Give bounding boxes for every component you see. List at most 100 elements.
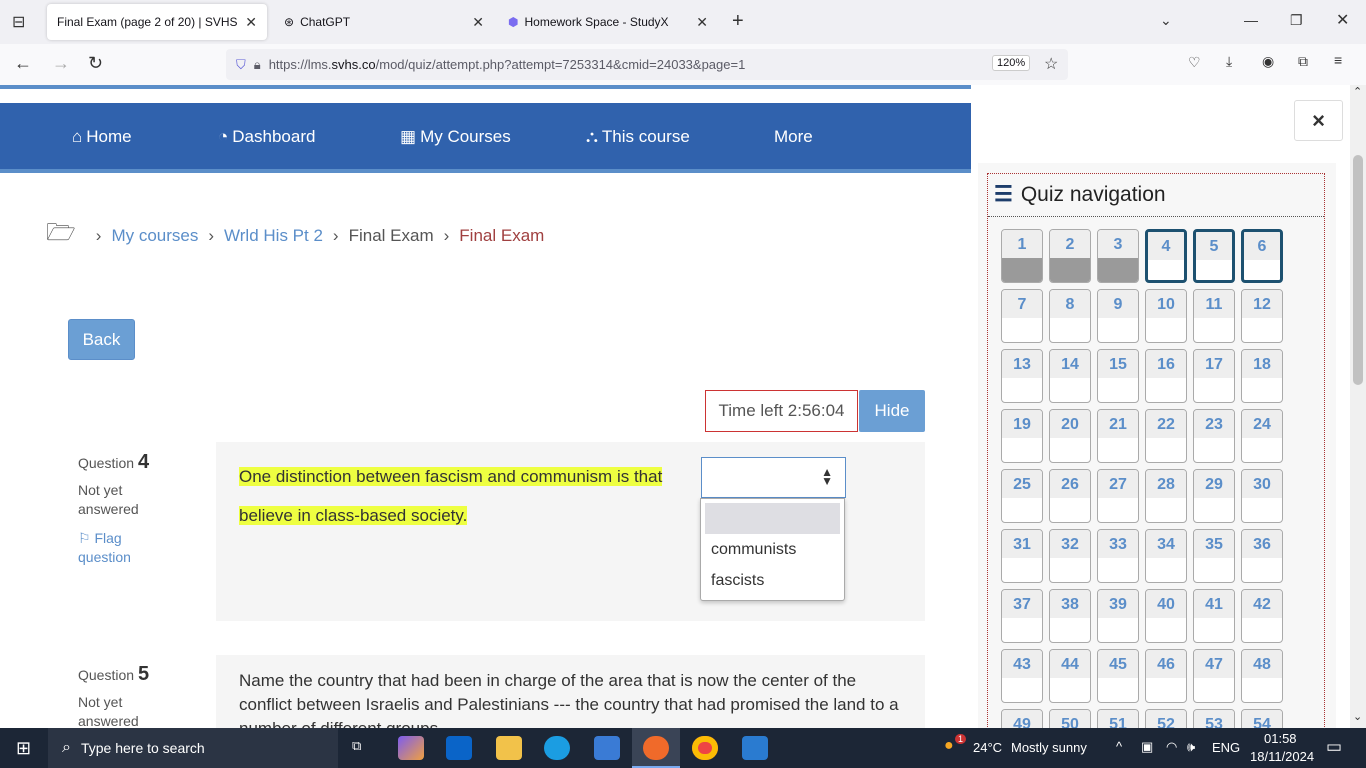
quiz-nav-button-52[interactable]: 52 (1145, 709, 1187, 728)
close-tab-icon[interactable]: ✕ (245, 14, 257, 31)
nav-my-courses[interactable]: ▦ My Courses (400, 127, 511, 147)
option-fascists[interactable]: fascists (711, 572, 764, 590)
quiz-nav-button-34[interactable]: 34 (1145, 529, 1187, 583)
chevron-down-icon[interactable]: ⌄ (1160, 12, 1172, 29)
firefox-taskbar-button[interactable] (632, 728, 680, 768)
page-scrollbar[interactable]: ⌃ ⌄ (1350, 85, 1366, 728)
photos-icon[interactable] (742, 736, 768, 760)
chrome-icon[interactable] (692, 736, 718, 760)
quiz-nav-button-50[interactable]: 50 (1049, 709, 1091, 728)
account-icon[interactable]: ◉ (1262, 53, 1274, 70)
hamburger-icon[interactable]: ☰ (994, 182, 1013, 207)
back-arrow-icon[interactable]: ← (14, 53, 32, 74)
pocket-icon[interactable]: ♡ (1188, 54, 1201, 71)
quiz-nav-button-44[interactable]: 44 (1049, 649, 1091, 703)
windows-start-icon[interactable]: ⊞ (16, 738, 31, 759)
chevron-up-icon[interactable]: ^ (1116, 739, 1122, 754)
close-tab-icon[interactable]: ✕ (696, 14, 708, 31)
quiz-nav-button-53[interactable]: 53 (1193, 709, 1235, 728)
quiz-nav-button-39[interactable]: 39 (1097, 589, 1139, 643)
extensions-icon[interactable]: ⧉ (1298, 53, 1308, 70)
breadcrumb-final-exam[interactable]: Final Exam (349, 226, 434, 246)
quiz-nav-button-12[interactable]: 12 (1241, 289, 1283, 343)
quiz-nav-button-27[interactable]: 27 (1097, 469, 1139, 523)
weather-temp[interactable]: 24°C (973, 740, 1002, 755)
quiz-nav-button-37[interactable]: 37 (1001, 589, 1043, 643)
tab-chatgpt[interactable]: ⊛ ChatGPT ✕ (274, 4, 494, 40)
quiz-nav-button-35[interactable]: 35 (1193, 529, 1235, 583)
quiz-nav-button-42[interactable]: 42 (1241, 589, 1283, 643)
back-button[interactable]: Back (68, 319, 135, 360)
quiz-nav-button-40[interactable]: 40 (1145, 589, 1187, 643)
quiz-nav-button-20[interactable]: 20 (1049, 409, 1091, 463)
nav-dashboard[interactable]: ◔ Dashboard (218, 127, 315, 147)
language-indicator[interactable]: ENG (1212, 740, 1240, 755)
copilot-icon[interactable] (398, 736, 424, 760)
volume-icon[interactable]: 🕪︎ (1187, 739, 1195, 755)
quiz-nav-button-28[interactable]: 28 (1145, 469, 1187, 523)
quiz-nav-button-32[interactable]: 32 (1049, 529, 1091, 583)
option-communists[interactable]: communists (711, 541, 796, 559)
shield-icon[interactable]: ⛉ (236, 57, 246, 73)
nav-this-course[interactable]: ⛬ This course (586, 127, 690, 147)
quiz-nav-button-17[interactable]: 17 (1193, 349, 1235, 403)
notifications-icon[interactable]: ▭ (1326, 737, 1342, 757)
forward-arrow-icon[interactable]: → (52, 53, 70, 74)
nav-home[interactable]: ⌂ Home (72, 127, 132, 147)
answer-select[interactable]: ▲ ▼ (701, 457, 846, 498)
quiz-nav-button-16[interactable]: 16 (1145, 349, 1187, 403)
restore-icon[interactable]: ❐ (1290, 12, 1303, 29)
taskbar-search[interactable]: ⌕ Type here to search (48, 728, 338, 768)
lock-icon[interactable]: 🔒︎ (254, 57, 261, 73)
quiz-nav-button-8[interactable]: 8 (1049, 289, 1091, 343)
file-explorer-icon[interactable] (496, 736, 522, 760)
quiz-nav-button-3[interactable]: 3 (1097, 229, 1139, 283)
edge-icon[interactable] (544, 736, 570, 760)
tab-list-icon[interactable]: ⊟ (12, 12, 25, 32)
weather-icon[interactable]: ● (944, 737, 954, 755)
download-icon[interactable]: ⤓ (1226, 53, 1232, 70)
breadcrumb-course[interactable]: Wrld His Pt 2 (224, 226, 323, 246)
quiz-nav-button-51[interactable]: 51 (1097, 709, 1139, 728)
quiz-nav-button-33[interactable]: 33 (1097, 529, 1139, 583)
tab-studyx[interactable]: ⬢ Homework Space - StudyX ✕ (498, 4, 718, 40)
quiz-nav-button-19[interactable]: 19 (1001, 409, 1043, 463)
quiz-nav-button-29[interactable]: 29 (1193, 469, 1235, 523)
clock-time[interactable]: 01:58 (1264, 731, 1297, 746)
quiz-nav-button-22[interactable]: 22 (1145, 409, 1187, 463)
flag-question-link[interactable]: ⚐ Flag question (78, 529, 148, 567)
close-window-icon[interactable]: ✕ (1336, 10, 1349, 30)
quiz-nav-button-26[interactable]: 26 (1049, 469, 1091, 523)
store-icon[interactable] (594, 736, 620, 760)
quiz-nav-button-49[interactable]: 49 (1001, 709, 1043, 728)
quiz-nav-button-36[interactable]: 36 (1241, 529, 1283, 583)
minimize-icon[interactable]: — (1244, 12, 1258, 28)
option-blank[interactable] (705, 503, 840, 534)
reload-icon[interactable]: ↻ (88, 53, 103, 74)
quiz-nav-button-23[interactable]: 23 (1193, 409, 1235, 463)
tab-final-exam[interactable]: Final Exam (page 2 of 20) | SVHS ✕ (47, 4, 267, 40)
menu-icon[interactable]: ≡ (1334, 52, 1342, 68)
quiz-nav-button-14[interactable]: 14 (1049, 349, 1091, 403)
task-view-icon[interactable]: ⧉ (352, 738, 361, 754)
close-drawer-button[interactable]: × (1294, 100, 1343, 141)
quiz-nav-button-21[interactable]: 21 (1097, 409, 1139, 463)
quiz-nav-button-30[interactable]: 30 (1241, 469, 1283, 523)
quiz-nav-button-5[interactable]: 5 (1193, 229, 1235, 283)
url-bar[interactable]: ⛉ 🔒︎ https://lms. svhs.co/mod/quiz/attemp… (226, 49, 1068, 80)
quiz-nav-button-24[interactable]: 24 (1241, 409, 1283, 463)
quiz-nav-button-54[interactable]: 54 (1241, 709, 1283, 728)
quiz-nav-button-45[interactable]: 45 (1097, 649, 1139, 703)
quiz-nav-button-9[interactable]: 9 (1097, 289, 1139, 343)
outlook-icon[interactable] (446, 736, 472, 760)
meet-icon[interactable]: ▣ (1141, 739, 1153, 755)
wifi-icon[interactable]: ◠ (1166, 739, 1177, 755)
quiz-nav-button-38[interactable]: 38 (1049, 589, 1091, 643)
nav-more[interactable]: More (774, 127, 813, 147)
quiz-nav-button-4[interactable]: 4 (1145, 229, 1187, 283)
hide-timer-button[interactable]: Hide (859, 390, 925, 432)
quiz-nav-button-48[interactable]: 48 (1241, 649, 1283, 703)
quiz-nav-button-7[interactable]: 7 (1001, 289, 1043, 343)
new-tab-icon[interactable]: + (732, 10, 744, 33)
quiz-nav-button-31[interactable]: 31 (1001, 529, 1043, 583)
